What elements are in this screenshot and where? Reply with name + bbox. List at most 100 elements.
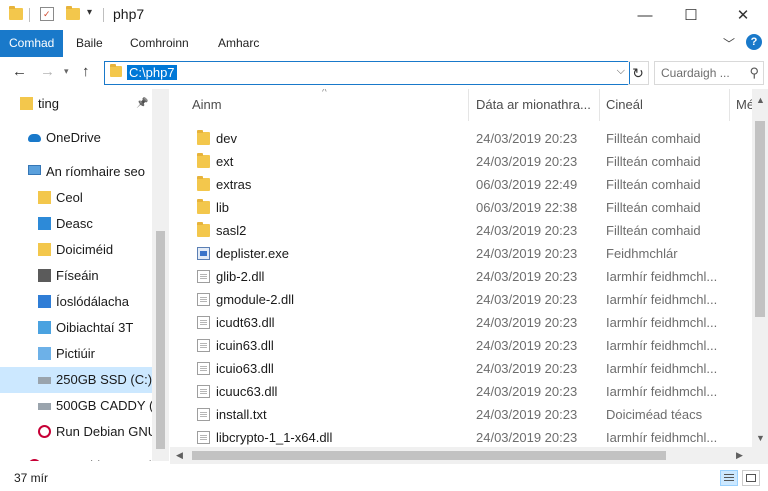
sidebar-item[interactable]: Físeáin bbox=[0, 263, 152, 289]
file-row[interactable]: glib-2.dll 24/03/2019 20:23 Iarmhír feidhm… bbox=[170, 265, 752, 288]
column-header-date[interactable]: Dáta ar mionathra... bbox=[476, 89, 600, 121]
sidebar-item-label: Íoslódálacha bbox=[56, 294, 129, 309]
column-divider[interactable] bbox=[729, 89, 730, 121]
sidebar-item-label: Run Debian GNU bbox=[56, 424, 152, 439]
sidebar-item[interactable]: An ríomhaire seo bbox=[0, 159, 152, 185]
file-row[interactable]: extras 06/03/2019 22:49 Fillteán comhaid bbox=[170, 173, 752, 196]
search-icon[interactable]: ⚲ bbox=[749, 62, 759, 84]
file-row[interactable]: icudt63.dll 24/03/2019 20:23 Iarmhír feidh… bbox=[170, 311, 752, 334]
tab-home[interactable]: Baile bbox=[66, 30, 113, 57]
column-header-type[interactable]: Cineál bbox=[606, 89, 736, 121]
sidebar-item[interactable]: 250GB SSD (C:) bbox=[0, 367, 152, 393]
file-name: icuio63.dll bbox=[216, 361, 274, 376]
folder-icon bbox=[197, 199, 210, 214]
recent-locations-icon[interactable]: ▾ bbox=[64, 66, 69, 77]
sidebar-item-label: 250GB SSD (C:) bbox=[56, 372, 152, 387]
back-arrow-icon[interactable]: ← bbox=[12, 63, 27, 80]
file-row[interactable]: gmodule-2.dll 24/03/2019 20:23 Iarmhír fei… bbox=[170, 288, 752, 311]
sidebar-item[interactable]: Run Debian GNU bbox=[0, 419, 152, 445]
folder-icon bbox=[110, 64, 122, 77]
details-view-icon[interactable] bbox=[720, 470, 738, 486]
onedrive-icon bbox=[28, 134, 41, 142]
file-row[interactable]: libcrypto-1_1-x64.dll 24/03/2019 20:23 Iar… bbox=[170, 426, 752, 447]
file-row[interactable]: install.txt 24/03/2019 20:23 Doiciméad téa… bbox=[170, 403, 752, 426]
file-row[interactable]: icuio63.dll 24/03/2019 20:23 Iarmhír feidh… bbox=[170, 357, 752, 380]
file-list-scrollbar[interactable]: ▲ ▼ bbox=[752, 89, 768, 447]
objects-3d-icon bbox=[38, 321, 51, 334]
up-arrow-icon[interactable]: ↑ bbox=[82, 63, 90, 80]
file-date: 24/03/2019 20:23 bbox=[476, 223, 578, 238]
sidebar-item[interactable]: OneDrive bbox=[0, 125, 152, 151]
chevron-down-icon[interactable]: ⌵ bbox=[617, 65, 625, 78]
tab-share[interactable]: Comhroinn bbox=[120, 30, 199, 57]
debian-icon bbox=[38, 425, 51, 438]
file-type: Fillteán comhaid bbox=[606, 131, 701, 146]
sidebar-item-label: Deasc bbox=[56, 216, 93, 231]
tab-file[interactable]: Comhad bbox=[0, 30, 64, 57]
scroll-right-icon[interactable]: ▶ bbox=[736, 450, 743, 461]
maximize-button[interactable]: ☐ bbox=[668, 0, 714, 30]
file-date: 24/03/2019 20:23 bbox=[476, 154, 578, 169]
chevron-down-icon[interactable]: ﹀ bbox=[723, 35, 735, 52]
column-header-size[interactable]: Mé bbox=[736, 89, 752, 121]
file-row[interactable]: sasl2 24/03/2019 20:23 Fillteán comhaid bbox=[170, 219, 752, 242]
sidebar-item[interactable]: ting 📌 bbox=[0, 91, 152, 117]
videos-icon bbox=[38, 269, 51, 282]
navigation-scrollbar[interactable] bbox=[152, 89, 169, 461]
customize-quick-access-icon[interactable]: ▾ bbox=[87, 7, 92, 18]
column-divider[interactable] bbox=[468, 89, 469, 121]
file-row[interactable]: lib 06/03/2019 22:38 Fillteán comhaid bbox=[170, 196, 752, 219]
address-path[interactable]: C:\php7 bbox=[127, 65, 177, 80]
title-bar: ✓ ▾ php7 — ☐ ✕ bbox=[0, 0, 768, 30]
sort-ascending-icon: ^ bbox=[322, 89, 327, 98]
sidebar-item[interactable]: 500GB CADDY (D bbox=[0, 393, 152, 419]
folder-icon bbox=[197, 130, 210, 145]
scrollbar-thumb[interactable] bbox=[156, 231, 165, 449]
file-row[interactable]: icuin63.dll 24/03/2019 20:23 Iarmhír feidh… bbox=[170, 334, 752, 357]
file-date: 24/03/2019 20:23 bbox=[476, 384, 578, 399]
file-icon bbox=[197, 339, 210, 352]
window-title: php7 bbox=[113, 6, 145, 22]
column-divider[interactable] bbox=[599, 89, 600, 121]
sidebar-item[interactable]: Run Debian GNU/ bbox=[0, 453, 152, 461]
properties-icon[interactable]: ✓ bbox=[40, 7, 54, 21]
file-row[interactable]: icuuc63.dll 24/03/2019 20:23 Iarmhír feidh… bbox=[170, 380, 752, 403]
refresh-button[interactable]: ↻ bbox=[628, 61, 649, 85]
scrollbar-thumb[interactable] bbox=[192, 451, 666, 460]
column-header-name[interactable]: Ainm bbox=[192, 89, 470, 121]
search-input[interactable]: Cuardaigh ... ⚲ bbox=[654, 61, 764, 85]
sidebar-item[interactable]: Oibiachtaí 3T bbox=[0, 315, 152, 341]
close-button[interactable]: ✕ bbox=[720, 0, 766, 30]
debian-icon bbox=[28, 459, 41, 461]
new-folder-icon[interactable] bbox=[66, 6, 80, 20]
drive-icon bbox=[38, 403, 51, 410]
sidebar-item-label: Run Debian GNU/ bbox=[46, 453, 151, 461]
scroll-down-icon[interactable]: ▼ bbox=[756, 433, 765, 443]
large-icons-view-icon[interactable] bbox=[742, 470, 760, 486]
tab-view[interactable]: Amharc bbox=[208, 30, 269, 57]
desktop-icon bbox=[38, 217, 51, 230]
minimize-button[interactable]: — bbox=[622, 0, 668, 30]
sidebar-item-label: Doiciméid bbox=[56, 242, 114, 257]
file-date: 24/03/2019 20:23 bbox=[476, 361, 578, 376]
help-icon[interactable]: ? bbox=[746, 34, 762, 50]
file-row[interactable]: dev 24/03/2019 20:23 Fillteán comhaid bbox=[170, 127, 752, 150]
sidebar-item[interactable]: Pictiúir bbox=[0, 341, 152, 367]
address-bar[interactable]: C:\php7 ⌵ bbox=[104, 61, 630, 85]
horizontal-scrollbar[interactable]: ◀ ▶ bbox=[170, 447, 752, 464]
file-row[interactable]: ext 24/03/2019 20:23 Fillteán comhaid bbox=[170, 150, 752, 173]
sidebar-item[interactable]: Ceol bbox=[0, 185, 152, 211]
pin-icon[interactable]: 📌 bbox=[136, 91, 148, 117]
forward-arrow-icon[interactable]: → bbox=[40, 63, 55, 80]
sidebar-item[interactable]: Íoslódálacha bbox=[0, 289, 152, 315]
scroll-up-icon[interactable]: ▲ bbox=[756, 95, 765, 105]
search-placeholder: Cuardaigh ... bbox=[661, 66, 730, 80]
file-name: icuuc63.dll bbox=[216, 384, 278, 399]
sidebar-item[interactable]: Doiciméid bbox=[0, 237, 152, 263]
file-date: 06/03/2019 22:38 bbox=[476, 200, 578, 215]
scrollbar-thumb[interactable] bbox=[755, 121, 765, 317]
scroll-left-icon[interactable]: ◀ bbox=[176, 450, 183, 461]
file-row[interactable]: deplister.exe 24/03/2019 20:23 Feidhmchlár bbox=[170, 242, 752, 265]
sidebar-item[interactable]: Deasc bbox=[0, 211, 152, 237]
file-type: Feidhmchlár bbox=[606, 246, 678, 261]
